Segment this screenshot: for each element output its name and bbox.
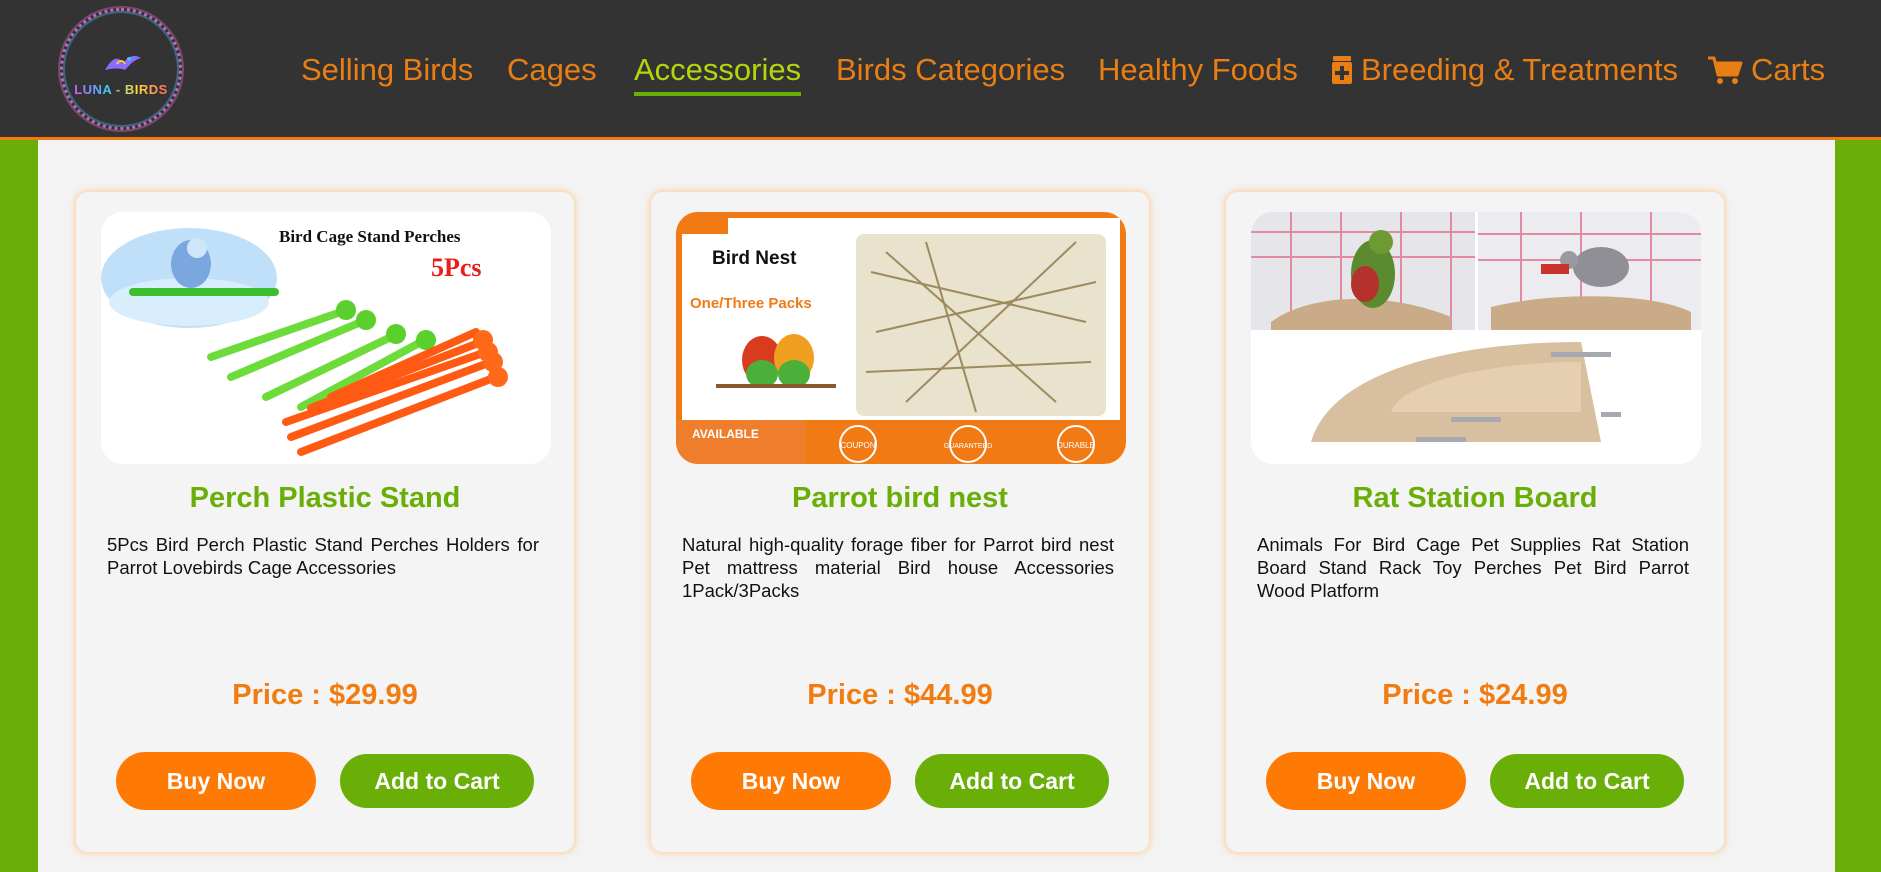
image-available: AVAILABLE [692, 427, 759, 441]
image-seal: COUPON [840, 441, 875, 450]
nav-label: Healthy Foods [1098, 52, 1298, 87]
nav-label: Selling Birds [301, 52, 474, 87]
perch-stand-image: Bird Cage Stand Perches 5Pcs [101, 212, 551, 464]
product-description: 5Pcs Bird Perch Plastic Stand Perches Ho… [107, 534, 539, 578]
product-description: Natural high-quality forage fiber for Pa… [682, 534, 1114, 601]
nav-label: Accessories [634, 52, 802, 87]
product-title: Parrot bird nest [792, 482, 1008, 514]
nav-label: Carts [1751, 52, 1826, 87]
product-card: Bird Nest One/Three Packs AVAILABLE COUP… [651, 192, 1149, 852]
product-image[interactable] [1251, 212, 1701, 464]
navbar: LUNA - BIRDS Selling Birds Cages Accesso… [0, 0, 1881, 140]
buy-now-button[interactable]: Buy Now [1266, 752, 1466, 810]
image-seal: GUARANTEED [944, 443, 993, 450]
image-badge: 5Pcs [431, 253, 482, 282]
product-title: Perch Plastic Stand [189, 482, 461, 514]
nav-selling-birds[interactable]: Selling Birds [301, 47, 473, 92]
nav-carts[interactable]: Carts [1707, 47, 1825, 92]
image-seal: DURABLE [1057, 441, 1095, 450]
add-to-cart-button[interactable]: Add to Cart [1490, 754, 1684, 808]
buy-now-button[interactable]: Buy Now [691, 752, 891, 810]
product-description: Animals For Bird Cage Pet Supplies Rat S… [1257, 534, 1689, 601]
buy-now-button[interactable]: Buy Now [116, 752, 316, 810]
image-heading: Bird Cage Stand Perches [279, 227, 461, 246]
image-heading: Bird Nest [712, 248, 797, 269]
product-image[interactable]: Bird Cage Stand Perches 5Pcs [101, 212, 551, 464]
main-nav: Selling Birds Cages Accessories Birds Ca… [0, 47, 1881, 96]
product-image[interactable]: Bird Nest One/Three Packs AVAILABLE COUP… [676, 212, 1126, 464]
nav-healthy-foods[interactable]: Healthy Foods [1098, 47, 1298, 92]
bird-nest-image: Bird Nest One/Three Packs AVAILABLE COUP… [676, 212, 1126, 464]
nav-accessories[interactable]: Accessories [634, 47, 802, 96]
product-price: Price : $24.99 [1382, 679, 1568, 711]
cart-icon [1708, 56, 1743, 84]
product-price: Price : $29.99 [232, 679, 418, 711]
add-to-cart-button[interactable]: Add to Cart [915, 754, 1109, 808]
nav-birds-categories[interactable]: Birds Categories [836, 47, 1065, 92]
product-card: Rat Station Board Animals For Bird Cage … [1226, 192, 1724, 852]
medicine-bottle-icon [1332, 55, 1352, 84]
nav-cages[interactable]: Cages [507, 47, 597, 92]
wood-platform-image [1251, 212, 1701, 464]
nav-label: Cages [507, 52, 597, 87]
nav-label: Birds Categories [836, 52, 1066, 87]
product-card: Bird Cage Stand Perches 5Pcs Perch Plast… [76, 192, 574, 852]
nav-breeding-treatments[interactable]: Breeding & Treatments [1331, 47, 1678, 92]
nav-label: Breeding & Treatments [1361, 52, 1679, 87]
image-subheading: One/Three Packs [690, 295, 812, 312]
add-to-cart-button[interactable]: Add to Cart [340, 754, 534, 808]
product-price: Price : $44.99 [807, 679, 993, 711]
product-title: Rat Station Board [1352, 482, 1598, 514]
